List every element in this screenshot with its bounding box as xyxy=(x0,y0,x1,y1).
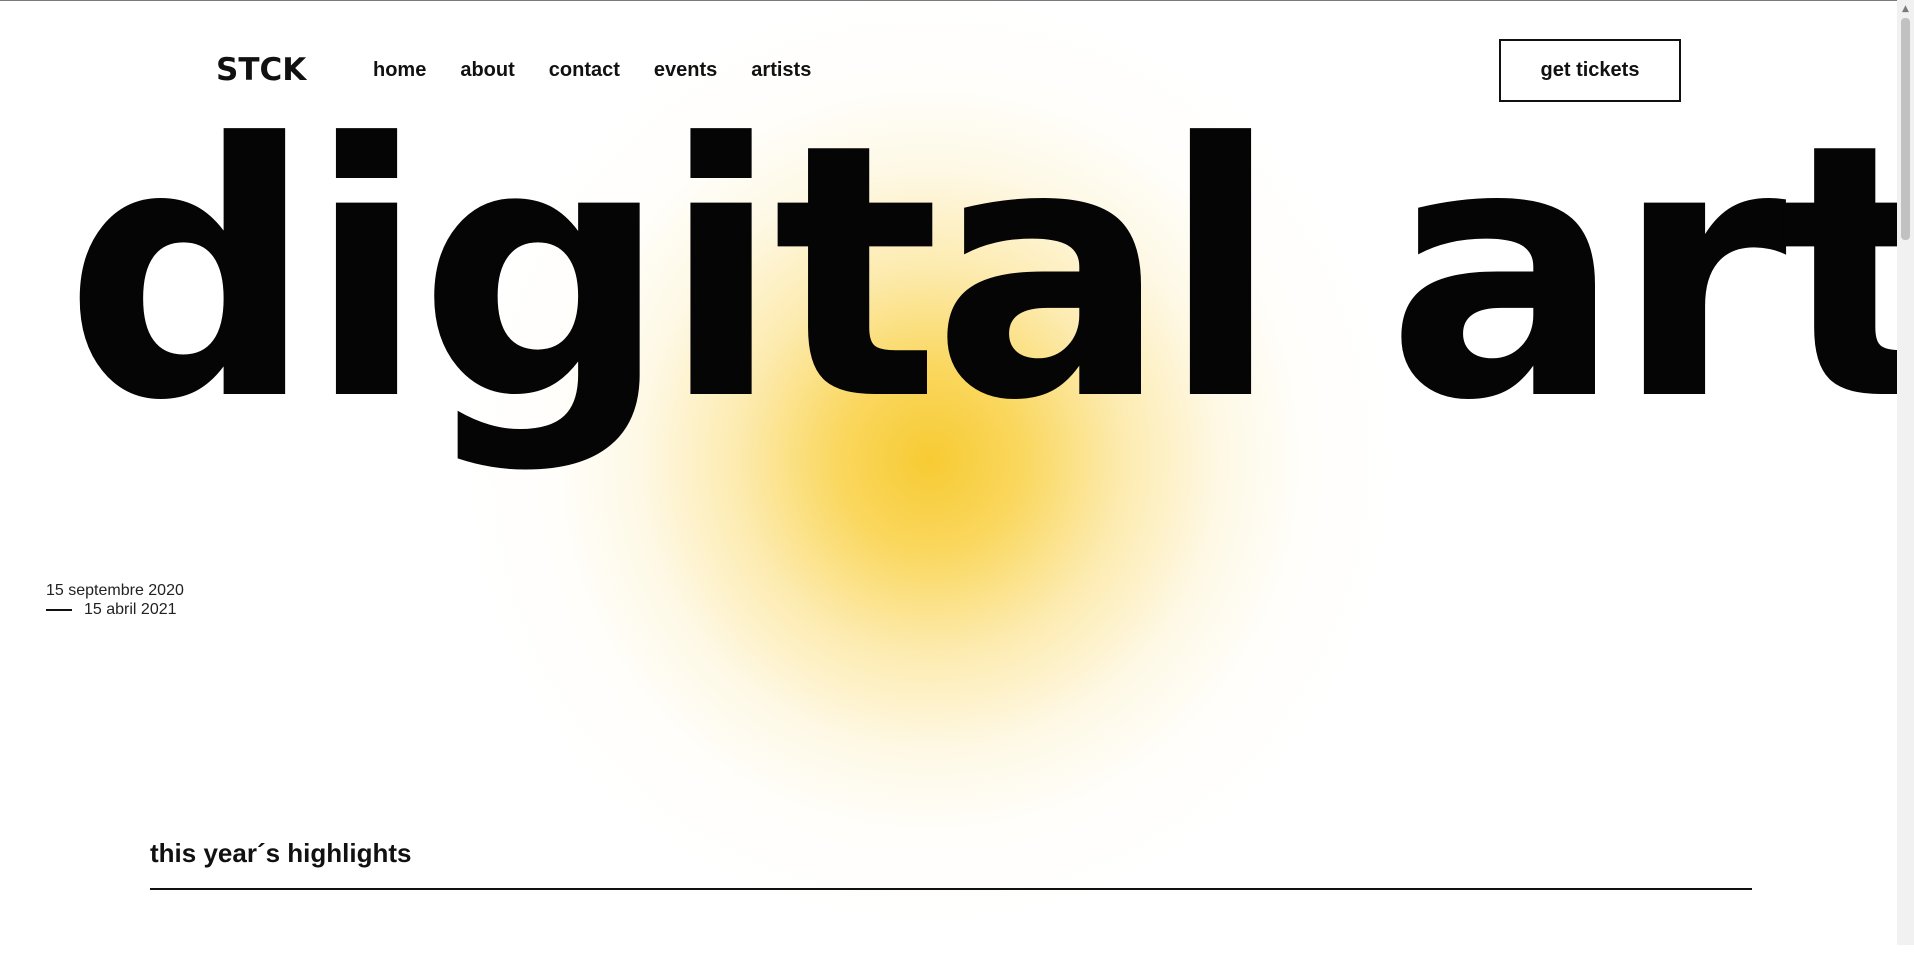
event-dates: 15 septembre 2020 15 abril 2021 xyxy=(46,581,184,619)
date-start: 15 septembre 2020 xyxy=(46,582,184,599)
date-end: 15 abril 2021 xyxy=(84,601,177,618)
scrollbar-thumb[interactable] xyxy=(1901,18,1910,240)
highlights-heading: this year´s highlights xyxy=(150,838,412,868)
vertical-scrollbar[interactable]: ▲ xyxy=(1897,0,1914,945)
triangle-up-icon[interactable]: ▲ xyxy=(1897,0,1914,17)
date-end-row: 15 abril 2021 xyxy=(46,600,184,619)
section-divider xyxy=(150,888,1752,890)
hero-title: digital art xyxy=(64,69,1914,477)
dash-divider xyxy=(46,608,72,611)
